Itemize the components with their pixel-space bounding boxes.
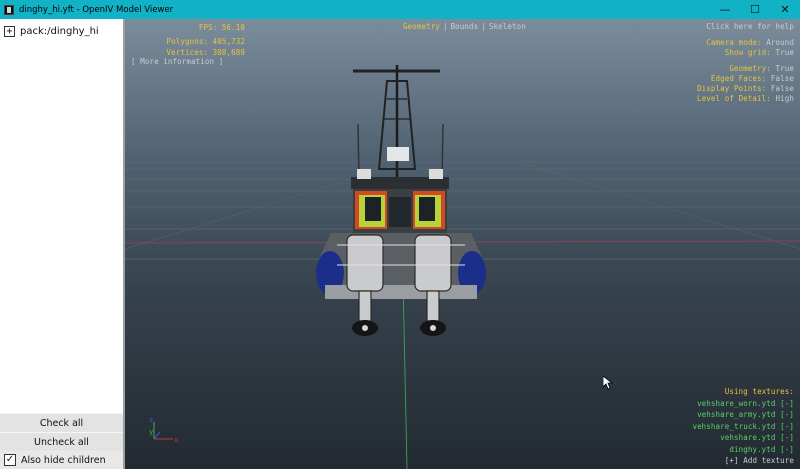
- edged-faces-label: Edged Faces:: [710, 74, 767, 83]
- textures-panel: Using textures: vehshare_worn.ytd [-] ve…: [692, 386, 794, 467]
- title-bar: dinghy_hi.yft - OpenIV Model Viewer — ☐ …: [0, 0, 800, 19]
- geometry-value: True: [775, 64, 794, 73]
- camera-settings: Camera mode: Around Show grid: True: [706, 38, 794, 58]
- edged-faces-value: False: [770, 74, 794, 83]
- edged-faces-toggle[interactable]: Edged Faces: False: [697, 74, 794, 84]
- texture-item[interactable]: vehshare_worn.ytd [-]: [692, 398, 794, 410]
- lod-value: High: [775, 94, 794, 103]
- panel-actions: Check all Uncheck all ✓ Also hide childr…: [0, 413, 123, 469]
- texture-item[interactable]: vehshare_truck.ytd [-]: [692, 421, 794, 433]
- add-texture-button[interactable]: [+] Add texture: [692, 455, 794, 467]
- expand-icon[interactable]: +: [4, 25, 15, 37]
- also-hide-children-checkbox[interactable]: ✓: [4, 454, 16, 466]
- tab-skeleton[interactable]: Skeleton: [489, 22, 526, 31]
- model-viewport[interactable]: FPS: 56.10 Polygons: 405,732 Vertices: 3…: [125, 19, 800, 469]
- axis-y-label: y: [149, 428, 153, 436]
- axis-gizmo: z y x: [149, 417, 178, 444]
- camera-mode-toggle[interactable]: Camera mode: Around: [706, 38, 794, 48]
- tab-bounds[interactable]: Bounds: [451, 22, 479, 31]
- boat-model: [316, 65, 486, 336]
- texture-item[interactable]: vehshare.ytd [-]: [692, 432, 794, 444]
- display-points-value: False: [770, 84, 794, 93]
- display-points-label: Display Points:: [697, 84, 767, 93]
- geometry-label: Geometry:: [729, 64, 771, 73]
- show-grid-label: Show grid:: [724, 48, 771, 57]
- view-tabs: Geometry | Bounds | Skeleton: [403, 22, 526, 31]
- axis-z-label: z: [149, 417, 153, 424]
- display-settings: Geometry: True Edged Faces: False Displa…: [697, 64, 794, 104]
- help-link[interactable]: Click here for help: [706, 22, 794, 31]
- axis-x-label: x: [174, 436, 178, 444]
- texture-item[interactable]: dinghy.ytd [-]: [692, 444, 794, 456]
- app-icon: [4, 4, 14, 15]
- more-information-link[interactable]: [ More information ]: [131, 57, 223, 66]
- close-button[interactable]: ✕: [770, 0, 800, 19]
- mouse-cursor-icon: [603, 376, 613, 390]
- lod-label: Level of Detail:: [697, 94, 771, 103]
- lod-toggle[interactable]: Level of Detail: High: [697, 94, 794, 104]
- uncheck-all-button[interactable]: Uncheck all: [0, 432, 123, 451]
- tab-separator: |: [442, 22, 448, 31]
- tab-separator: |: [481, 22, 486, 31]
- minimize-button[interactable]: —: [710, 0, 740, 19]
- also-hide-children-label: Also hide children: [21, 454, 106, 466]
- fps-readout: FPS: 56.10: [198, 23, 245, 32]
- render-stats: FPS: 56.10 Polygons: 405,732 Vertices: 3…: [148, 22, 245, 58]
- window-controls: — ☐ ✕: [710, 0, 800, 19]
- using-textures-heading: Using textures:: [724, 387, 794, 396]
- window-title: dinghy_hi.yft - OpenIV Model Viewer: [19, 4, 174, 15]
- tree-item-label: pack:/dinghy_hi: [20, 25, 99, 37]
- camera-mode-label: Camera mode:: [706, 38, 762, 47]
- geometry-toggle[interactable]: Geometry: True: [697, 64, 794, 74]
- y-axis-line: [402, 278, 408, 469]
- tree-item-root[interactable]: + pack:/dinghy_hi: [4, 24, 99, 38]
- tab-geometry[interactable]: Geometry: [403, 22, 440, 31]
- maximize-button[interactable]: ☐: [740, 0, 770, 19]
- polygon-count: Polygons: 405,732: [166, 37, 245, 46]
- show-grid-value: True: [775, 48, 794, 57]
- display-points-toggle[interactable]: Display Points: False: [697, 84, 794, 94]
- show-grid-toggle[interactable]: Show grid: True: [706, 48, 794, 58]
- texture-item[interactable]: vehshare_army.ytd [-]: [692, 409, 794, 421]
- also-hide-children-option[interactable]: ✓ Also hide children: [0, 451, 123, 469]
- camera-mode-value: Around: [766, 38, 794, 47]
- hierarchy-panel: + pack:/dinghy_hi Check all Uncheck all …: [0, 19, 125, 469]
- check-all-button[interactable]: Check all: [0, 413, 123, 432]
